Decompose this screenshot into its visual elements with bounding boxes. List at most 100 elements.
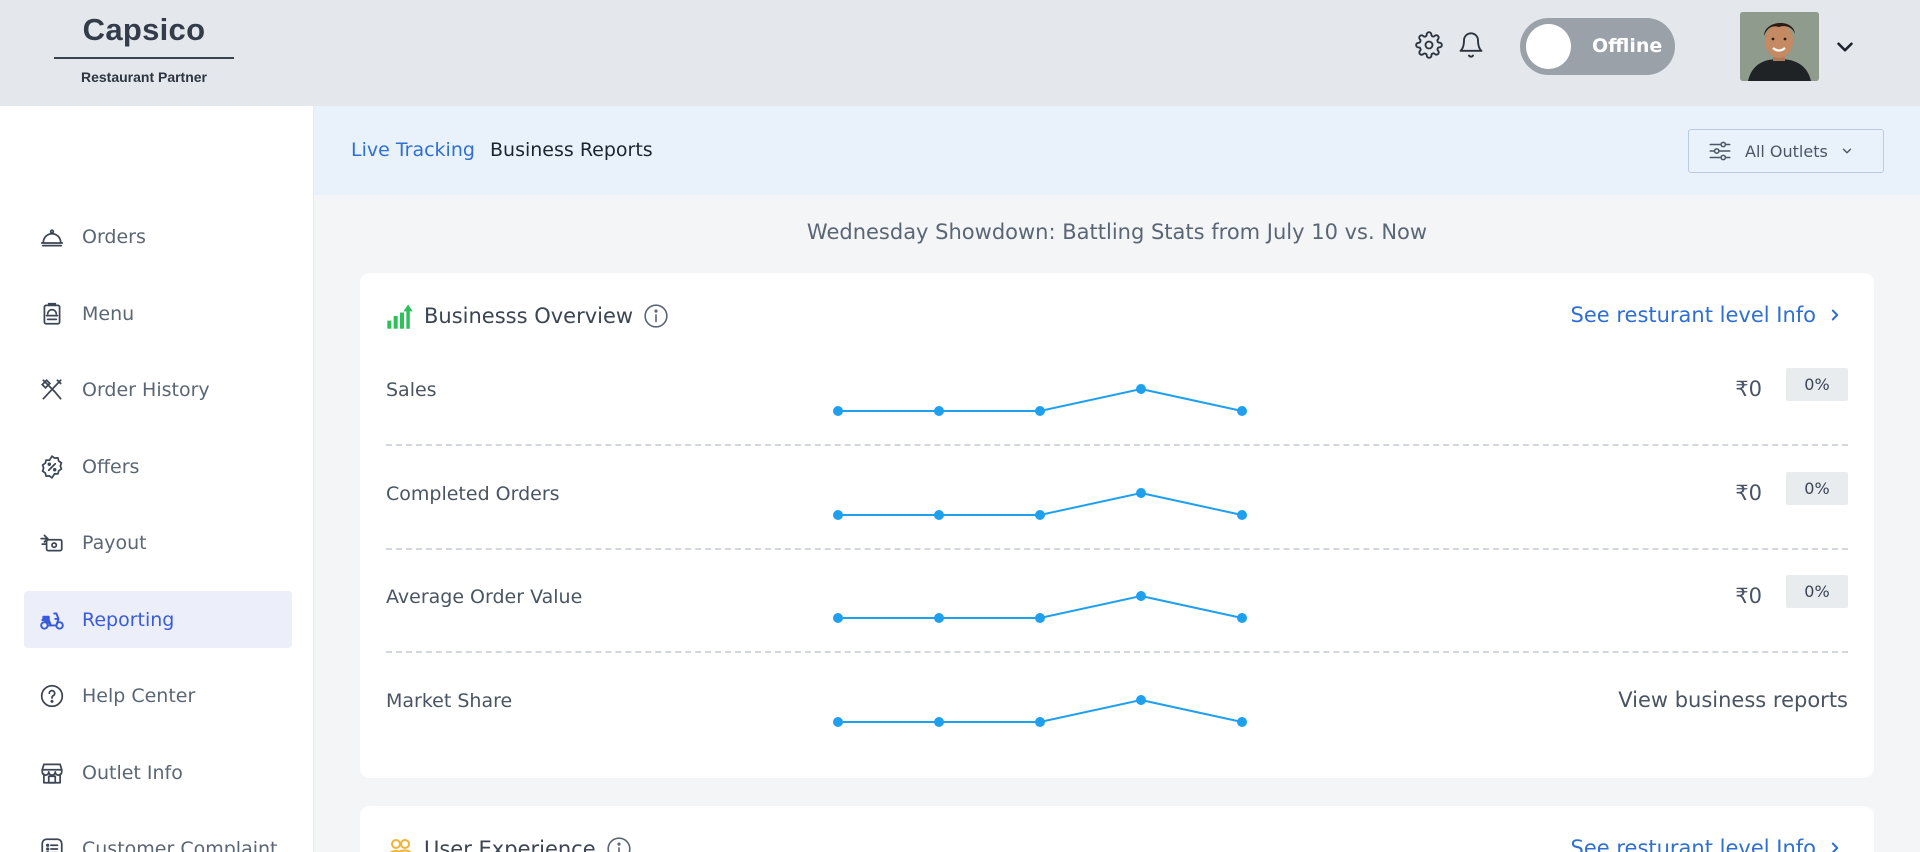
sparkline-point bbox=[1136, 695, 1146, 705]
sparkline-point bbox=[1035, 510, 1045, 520]
sparkline-point bbox=[833, 717, 843, 727]
view-business-reports-link[interactable]: View business reports bbox=[1618, 688, 1848, 712]
sidebar-item-label: Menu bbox=[82, 302, 135, 325]
metric-label: Market Share bbox=[386, 690, 513, 712]
metric-change-badge: 0% bbox=[1786, 472, 1848, 505]
brand-tagline: Restaurant Partner bbox=[80, 69, 208, 85]
growth-chart-icon bbox=[387, 304, 413, 329]
sidebar: Orders Menu Order History Offers Payout … bbox=[0, 106, 314, 852]
sparkline-point bbox=[1237, 510, 1247, 520]
see-link-label: See resturant level Info bbox=[1570, 836, 1817, 852]
user-experience-card: User Experience See resturant level Info bbox=[360, 806, 1874, 852]
store-icon bbox=[24, 744, 80, 801]
metric-label: Sales bbox=[386, 379, 437, 401]
users-group-icon bbox=[389, 839, 412, 852]
sidebar-item-label: Customer Complaint bbox=[82, 837, 278, 852]
notification-bell-icon[interactable] bbox=[1456, 30, 1486, 60]
sidebar-item-customer-complaint[interactable]: Customer Complaint bbox=[24, 820, 292, 852]
complaint-icon bbox=[24, 820, 80, 852]
average-order-value-sparkline bbox=[833, 591, 1247, 623]
sidebar-item-label: Help Center bbox=[82, 684, 196, 707]
chevron-down-icon bbox=[1842, 148, 1852, 154]
filter-sliders-icon bbox=[1709, 141, 1731, 161]
sparkline-point bbox=[934, 510, 944, 520]
sidebar-item-label: Orders bbox=[82, 225, 146, 248]
report-tabs-bar: Live Tracking Business Reports All Outle… bbox=[314, 106, 1920, 195]
sparkline-point bbox=[934, 406, 944, 416]
card-title: Businesss Overview bbox=[424, 304, 634, 328]
toggle-knob bbox=[1526, 24, 1571, 69]
sidebar-item-label: Payout bbox=[82, 531, 147, 554]
metric-change-badge: 0% bbox=[1786, 368, 1848, 401]
metric-value: ₹0 bbox=[1735, 377, 1762, 401]
sparkline-point bbox=[1237, 717, 1247, 727]
sales-sparkline bbox=[833, 384, 1247, 416]
see-link-label: See resturant level Info bbox=[1570, 303, 1817, 327]
brand-logo[interactable]: Capsico Restaurant Partner bbox=[54, 10, 234, 86]
sidebar-item-help-center[interactable]: Help Center bbox=[24, 667, 292, 724]
sparkline-point bbox=[1136, 591, 1146, 601]
metric-label: Completed Orders bbox=[386, 483, 560, 505]
sparkline-point bbox=[833, 406, 843, 416]
metric-row-average-order-value: Average Order Value ₹0 0% bbox=[386, 550, 1848, 653]
metric-row-market-share: Market Share View business reports bbox=[386, 654, 1848, 757]
outlets-filter-dropdown[interactable]: All Outlets bbox=[1688, 129, 1884, 173]
sidebar-item-menu[interactable]: Menu bbox=[24, 285, 292, 342]
completed-orders-sparkline bbox=[833, 488, 1247, 520]
payout-icon bbox=[24, 514, 80, 571]
sidebar-item-outlet-info[interactable]: Outlet Info bbox=[24, 744, 292, 801]
metric-value: ₹0 bbox=[1735, 481, 1762, 505]
info-icon[interactable] bbox=[606, 836, 632, 852]
sidebar-item-label: Reporting bbox=[82, 608, 175, 631]
utensils-icon bbox=[24, 361, 80, 418]
discount-badge-icon bbox=[24, 438, 80, 495]
scooter-icon bbox=[24, 591, 80, 648]
sparkline-point bbox=[1237, 406, 1247, 416]
user-avatar[interactable] bbox=[1740, 12, 1819, 81]
sidebar-item-payout[interactable]: Payout bbox=[24, 514, 292, 571]
sparkline-point bbox=[833, 510, 843, 520]
market-share-sparkline bbox=[833, 695, 1247, 727]
sparkline-point bbox=[1035, 406, 1045, 416]
help-icon bbox=[24, 667, 80, 724]
sparkline-point bbox=[833, 613, 843, 623]
metric-label: Average Order Value bbox=[386, 586, 583, 608]
sparkline-point bbox=[1237, 613, 1247, 623]
business-overview-card: Businesss Overview See resturant level I… bbox=[360, 273, 1874, 778]
top-header: Capsico Restaurant Partner Offline bbox=[0, 0, 1920, 106]
metric-value: ₹0 bbox=[1735, 584, 1762, 608]
outlets-filter-label: All Outlets bbox=[1745, 141, 1828, 161]
sidebar-item-label: Outlet Info bbox=[82, 761, 183, 784]
brand-name: Capsico bbox=[82, 12, 206, 47]
cloche-icon bbox=[24, 208, 80, 265]
tab-live-tracking[interactable]: Live Tracking bbox=[351, 139, 475, 161]
sidebar-item-orders[interactable]: Orders bbox=[24, 208, 292, 265]
sidebar-item-offers[interactable]: Offers bbox=[24, 438, 292, 495]
sparkline-point bbox=[934, 717, 944, 727]
see-restaurant-info-link[interactable]: See resturant level Info bbox=[1571, 836, 1845, 852]
sparkline-point bbox=[1136, 488, 1146, 498]
card-title: User Experience bbox=[424, 837, 596, 852]
sparkline-point bbox=[1035, 613, 1045, 623]
chevron-right-icon bbox=[1831, 842, 1839, 852]
metric-change-badge: 0% bbox=[1786, 575, 1848, 608]
brand-divider bbox=[54, 57, 234, 59]
info-icon[interactable] bbox=[643, 303, 669, 329]
metric-row-sales: Sales ₹0 0% bbox=[386, 343, 1848, 446]
metric-row-completed-orders: Completed Orders ₹0 0% bbox=[386, 447, 1848, 550]
menu-icon bbox=[24, 285, 80, 342]
settings-gear-icon[interactable] bbox=[1414, 30, 1444, 60]
sidebar-item-label: Order History bbox=[82, 378, 210, 401]
sparkline-point bbox=[1136, 384, 1146, 394]
sidebar-item-order-history[interactable]: Order History bbox=[24, 361, 292, 418]
profile-chevron-down-icon[interactable] bbox=[1832, 34, 1858, 60]
see-restaurant-info-link[interactable]: See resturant level Info bbox=[1571, 303, 1845, 327]
sidebar-item-label: Offers bbox=[82, 455, 140, 478]
chevron-right-icon bbox=[1831, 309, 1839, 321]
tab-business-reports[interactable]: Business Reports bbox=[490, 139, 653, 161]
online-status-toggle[interactable]: Offline bbox=[1520, 18, 1675, 75]
sidebar-item-reporting[interactable]: Reporting bbox=[24, 591, 292, 648]
sparkline-point bbox=[934, 613, 944, 623]
sparkline-point bbox=[1035, 717, 1045, 727]
status-label: Offline bbox=[1592, 35, 1663, 57]
